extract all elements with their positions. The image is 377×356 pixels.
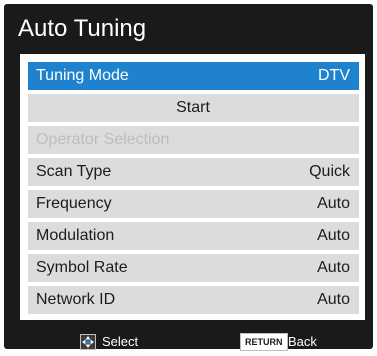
menu-item-scan-type[interactable]: Scan Type Quick [28, 158, 359, 186]
return-key-icon: RETURN [240, 333, 288, 351]
menu-item-label: Network ID [36, 291, 116, 308]
menu-item-label: Modulation [36, 227, 115, 244]
back-label: Back [288, 334, 317, 349]
page-title: Auto Tuning [18, 15, 147, 42]
menu-item-label: Tuning Mode [36, 67, 129, 84]
menu-item-value: Auto [317, 259, 350, 276]
menu-item-network-id[interactable]: Network ID Auto [28, 286, 359, 314]
menu-item-label: Symbol Rate [36, 259, 128, 276]
menu-item-value: Quick [309, 163, 350, 180]
menu-item-value: Auto [317, 227, 350, 244]
menu-item-frequency[interactable]: Frequency Auto [28, 190, 359, 218]
menu-item-modulation[interactable]: Modulation Auto [28, 222, 359, 250]
menu-item-operator-selection: Operator Selection [28, 126, 359, 154]
menu-item-value: DTV [318, 67, 350, 84]
dpad-icon [80, 334, 96, 350]
menu-panel: Tuning Mode DTV Start Operator Selection… [20, 54, 365, 320]
footer-hints: Select RETURN Back [4, 326, 373, 356]
auto-tuning-screen: Auto Tuning Tuning Mode DTV Start Operat… [4, 4, 373, 351]
select-label: Select [102, 334, 139, 349]
menu-item-tuning-mode[interactable]: Tuning Mode DTV [28, 62, 359, 90]
menu-item-label: Frequency [36, 195, 112, 212]
start-button[interactable]: Start [28, 94, 359, 122]
menu-item-label: Start [176, 99, 210, 116]
menu-item-symbol-rate[interactable]: Symbol Rate Auto [28, 254, 359, 282]
menu-item-value: Auto [317, 195, 350, 212]
menu-item-label: Scan Type [36, 163, 112, 180]
menu-item-label: Operator Selection [36, 131, 170, 148]
menu-item-value: Auto [317, 291, 350, 308]
